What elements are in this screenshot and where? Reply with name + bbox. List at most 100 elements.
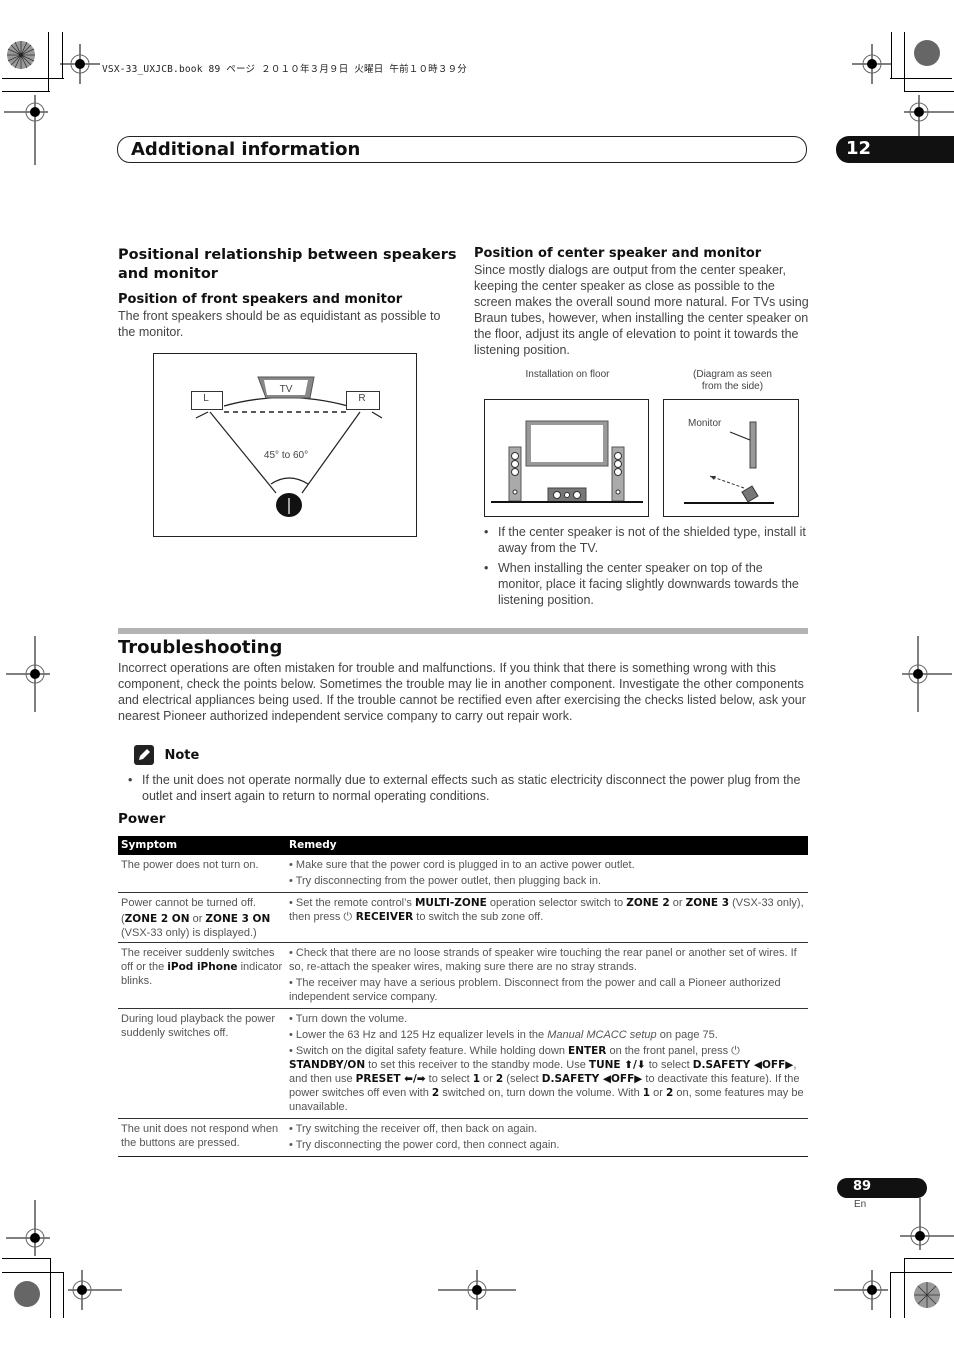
text-fragment: operation selector switch to — [486, 897, 627, 909]
remedy-cell: • Set the remote control’s MULTI-ZONE op… — [286, 892, 808, 943]
table-header-row: Symptom Remedy — [118, 836, 808, 855]
setting-name: D.SAFETY ◀OFF▶ — [541, 1073, 643, 1085]
gray-registration-disc-icon — [914, 40, 940, 66]
center-speaker-heading: Position of center speaker and monitor — [474, 246, 762, 261]
chapter-number-tab: 12 — [836, 136, 954, 163]
symptom-text: (ZONE 2 ON or ZONE 3 ON — [121, 912, 283, 926]
display-indicator: ZONE 2 ON — [124, 913, 190, 925]
remedy-item: • Set the remote control’s MULTI-ZONE op… — [289, 896, 805, 924]
troubleshooting-title: Troubleshooting — [118, 637, 283, 658]
remedy-cell: • Make sure that the power cord is plugg… — [286, 855, 808, 893]
remedy-cell: • Turn down the volume. • Lower the 63 H… — [286, 1008, 808, 1119]
front-speakers-diagram: L R TV 45° to 60° — [153, 353, 417, 537]
remedy-cell: • Try switching the receiver off, then b… — [286, 1118, 808, 1157]
symptom-text: (VSX-33 only) is displayed.) — [121, 927, 257, 939]
registration-crosshair-icon — [6, 1200, 50, 1256]
remedy-item: • Try disconnecting the power cord, then… — [289, 1139, 560, 1151]
table-row: The receiver suddenly switches off or th… — [118, 942, 808, 1009]
chapter-number: 12 — [846, 138, 872, 159]
column-header-symptom: Symptom — [118, 836, 286, 855]
table-row: The unit does not respond when the butto… — [118, 1118, 808, 1157]
text-fragment: to switch the sub zone off. — [413, 911, 544, 923]
registration-crosshair-icon — [438, 1270, 516, 1310]
remedy-item: • Switch on the digital safety feature. … — [289, 1044, 805, 1114]
button-name: ENTER — [568, 1045, 607, 1057]
symptom-cell: Power cannot be turned off. (ZONE 2 ON o… — [118, 892, 286, 943]
text-fragment: or — [189, 913, 206, 925]
power-heading: Power — [118, 811, 166, 827]
symptom-cell: The receiver suddenly switches off or th… — [118, 942, 286, 1009]
remedy-item: • Try disconnecting from the power outle… — [289, 875, 602, 887]
center-speaker-text: Since mostly dialogs are output from the… — [474, 263, 809, 357]
page-number: 89 — [853, 1179, 872, 1194]
bullet-item: When installing the center speaker on to… — [474, 560, 810, 608]
text-fragment: • Switch on the digital safety feature. … — [289, 1045, 569, 1057]
gray-registration-disc-icon — [14, 1281, 40, 1307]
remedy-item: • Lower the 63 Hz and 125 Hz equalizer l… — [289, 1028, 805, 1042]
text-fragment: or — [480, 1073, 496, 1085]
left-speaker-label: L — [203, 393, 209, 404]
page-language: En — [854, 1199, 867, 1210]
registration-crosshair-icon — [834, 1270, 888, 1310]
troubleshooting-section: Troubleshooting Incorrect operations are… — [118, 637, 808, 724]
front-speakers-text: The front speakers should be as equidist… — [118, 309, 441, 339]
floor-diagram-caption: Installation on floor — [525, 369, 610, 380]
power-icon: ⏻ — [343, 911, 353, 923]
troubleshooting-intro: Incorrect operations are often mistaken … — [118, 661, 806, 723]
column-header-remedy: Remedy — [286, 836, 808, 855]
section-heading: Positional relationship between speakers… — [118, 247, 457, 282]
side-view-diagram: Monitor — [663, 399, 799, 517]
table-row: The power does not turn on. • Make sure … — [118, 855, 808, 893]
text-fragment: to set this receiver to the standby mode… — [365, 1059, 589, 1071]
text-fragment: on the front panel, press — [606, 1045, 732, 1057]
table-row: During loud playback the power suddenly … — [118, 1008, 808, 1119]
monitor-label: Monitor — [688, 418, 722, 429]
tv-label: TV — [279, 384, 293, 395]
setting-value: 1 — [472, 1073, 480, 1085]
button-name: ZONE 3 — [685, 897, 730, 909]
registration-crosshair-icon — [902, 636, 952, 712]
button-name: PRESET ⬅/➡ — [355, 1073, 426, 1085]
remedy-cell: • Check that there are no loose strands … — [286, 942, 808, 1009]
button-name: RECEIVER — [352, 911, 414, 923]
registration-crosshair-icon — [852, 44, 892, 84]
registration-crosshair-icon — [60, 44, 100, 84]
display-indicator: ZONE 3 ON — [205, 913, 271, 925]
print-header-text: VSX-33_UXJCB.book 89 ページ ２０１０年３月９日 火曜日 午… — [102, 64, 467, 75]
color-registration-wheel-icon — [7, 41, 35, 69]
center-speaker-bullets: If the center speaker is not of the shie… — [474, 524, 810, 612]
note-list: If the unit does not operate normally du… — [118, 772, 808, 808]
text-fragment: or — [669, 897, 686, 909]
button-name: STANDBY/ON — [289, 1059, 366, 1071]
note-bullet: If the unit does not operate normally du… — [118, 772, 808, 804]
chapter-header: Additional information — [117, 136, 807, 163]
center-speaker-section: Position of center speaker and monitor S… — [474, 246, 810, 358]
text-fragment: switched on, turn down the volume. With — [439, 1087, 643, 1099]
power-troubleshooting-table: Symptom Remedy The power does not turn o… — [118, 836, 808, 1157]
speaker-layout-drawing — [195, 376, 383, 517]
text-fragment: to select — [425, 1073, 473, 1085]
button-name: MULTI-ZONE — [414, 897, 487, 909]
registration-crosshair-icon — [4, 95, 48, 165]
remedy-item: • Check that there are no loose strands … — [289, 947, 797, 973]
table-row: Power cannot be turned off. (ZONE 2 ON o… — [118, 892, 808, 943]
right-speaker-label: R — [358, 393, 366, 404]
symptom-text: Power cannot be turned off. — [121, 897, 256, 909]
registration-crosshair-icon — [900, 1198, 954, 1250]
remedy-item: • The receiver may have a serious proble… — [289, 977, 781, 1003]
registration-crosshair-icon — [6, 636, 50, 712]
side-diagram-caption-line2: from the side) — [701, 381, 764, 392]
note-label: Note — [164, 747, 200, 763]
manual-reference: Manual MCACC setup — [547, 1029, 657, 1041]
text-fragment: to select — [645, 1059, 693, 1071]
text-fragment: • Set the remote control’s — [289, 897, 415, 909]
text-fragment: • Lower the 63 Hz and 125 Hz equalizer l… — [289, 1029, 548, 1041]
text-fragment: on page 75. — [656, 1029, 718, 1041]
remedy-item: • Try switching the receiver off, then b… — [289, 1123, 538, 1135]
chapter-title: Additional information — [131, 139, 361, 160]
floor-installation-drawing — [491, 420, 643, 503]
symptom-cell: During loud playback the power suddenly … — [118, 1008, 286, 1119]
pencil-note-icon — [134, 745, 154, 765]
color-registration-wheel-icon — [914, 1282, 940, 1308]
symptom-cell: The unit does not respond when the butto… — [118, 1118, 286, 1157]
